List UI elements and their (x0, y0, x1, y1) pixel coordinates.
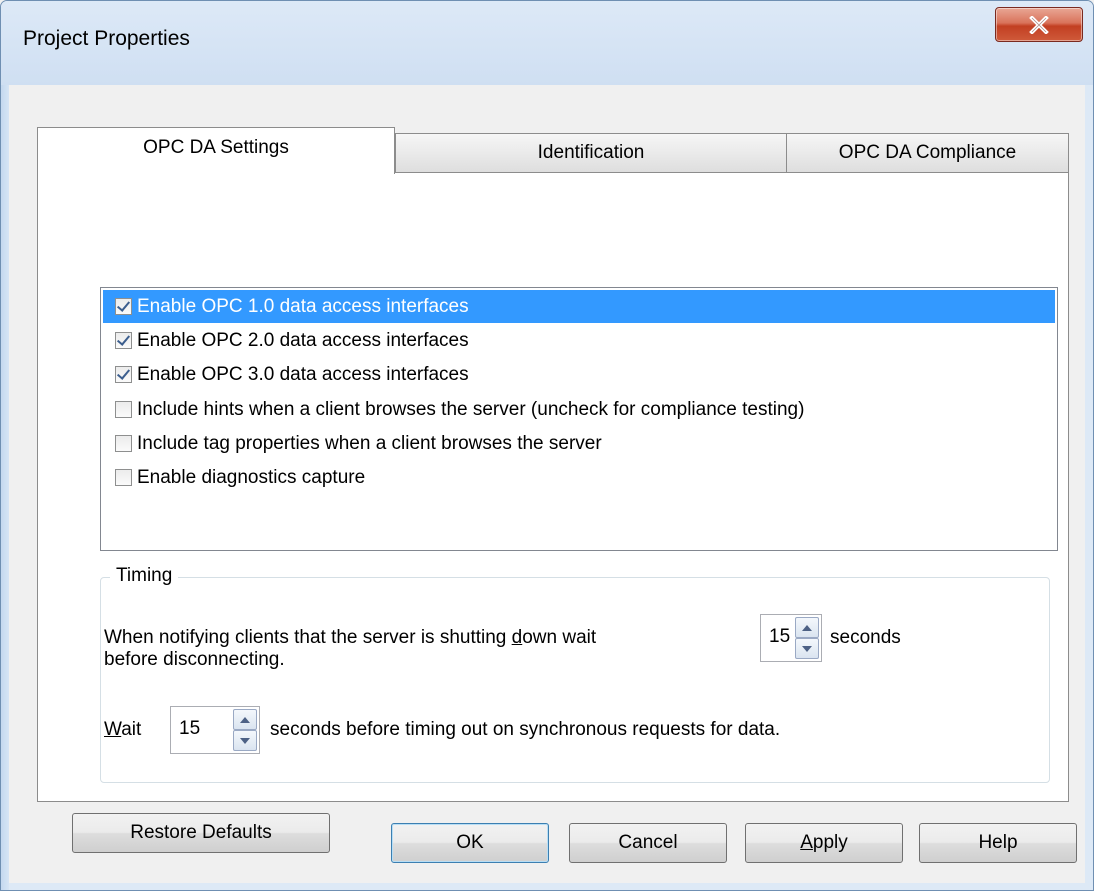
dialog-client-area: Enable OPC 1.0 data access interfaces En… (9, 85, 1085, 883)
sync-spin-down-button[interactable] (233, 730, 257, 751)
close-button[interactable] (995, 7, 1083, 42)
shutdown-wait-spinner[interactable]: 15 (760, 614, 822, 662)
tab-identification[interactable]: Identification (395, 133, 787, 173)
restore-defaults-button[interactable]: Restore Defaults (72, 813, 330, 853)
options-list[interactable]: Enable OPC 1.0 data access interfaces En… (100, 287, 1058, 551)
list-item-opc1[interactable]: Enable OPC 1.0 data access interfaces (103, 290, 1055, 323)
tab-panel: Enable OPC 1.0 data access interfaces En… (37, 172, 1069, 853)
shutdown-spin-down-button[interactable] (795, 638, 819, 659)
apply-access-key: A (800, 832, 813, 853)
window-title: Project Properties (23, 27, 190, 50)
diagnostics-label: Enable diagnostics capture (137, 466, 366, 488)
dialog-window: Project Properties Enable OPC 1.0 data a… (0, 0, 1094, 891)
arrow-down-icon (802, 645, 812, 652)
tab-opc-da-settings[interactable]: OPC DA Settings (37, 127, 395, 174)
diagnostics-checkbox[interactable] (115, 469, 132, 486)
opc3-label: Enable OPC 3.0 data access interfaces (137, 363, 469, 385)
hints-checkbox[interactable] (115, 401, 132, 418)
list-item-opc2[interactable]: Enable OPC 2.0 data access interfaces (103, 324, 1055, 357)
apply-label: pply (812, 832, 848, 853)
list-item-opc3[interactable]: Enable OPC 3.0 data access interfaces (103, 358, 1055, 391)
opc2-label: Enable OPC 2.0 data access interfaces (137, 329, 469, 351)
sync-wait-prefix: Wait (104, 719, 142, 740)
title-bar[interactable]: Project Properties (1, 1, 1093, 85)
timing-group-label: Timing (110, 565, 179, 587)
shutdown-spin-up-button[interactable] (795, 617, 819, 638)
list-item-diagnostics[interactable]: Enable diagnostics capture (103, 461, 1055, 494)
help-button[interactable]: Help (919, 823, 1077, 863)
sync-spin-up-button[interactable] (233, 709, 257, 730)
opc3-checkbox[interactable] (115, 366, 132, 383)
arrow-up-icon (802, 624, 812, 631)
ok-button[interactable]: OK (391, 823, 549, 863)
sync-wait-spinner[interactable]: 15 (170, 706, 260, 754)
tag-properties-checkbox[interactable] (115, 435, 132, 452)
tab-opc-da-compliance[interactable]: OPC DA Compliance (786, 133, 1069, 173)
shutdown-wait-unit: seconds (830, 627, 901, 648)
shutdown-wait-value[interactable]: 15 (769, 626, 790, 648)
cancel-button[interactable]: Cancel (569, 823, 727, 863)
sync-wait-suffix: seconds before timing out on synchronous… (270, 719, 781, 740)
list-item-tag-properties[interactable]: Include tag properties when a client bro… (103, 427, 1055, 460)
opc2-checkbox[interactable] (115, 332, 132, 349)
shutdown-wait-label: When notifying clients that the server i… (104, 627, 597, 670)
close-x-icon (1029, 15, 1049, 34)
arrow-up-icon (240, 716, 250, 723)
hints-label: Include hints when a client browses the … (137, 398, 805, 420)
sync-wait-value[interactable]: 15 (179, 718, 200, 740)
opc1-label: Enable OPC 1.0 data access interfaces (137, 295, 469, 317)
list-item-hints[interactable]: Include hints when a client browses the … (103, 393, 1055, 426)
opc1-checkbox[interactable] (115, 298, 132, 315)
apply-button[interactable]: Apply (745, 823, 903, 863)
arrow-down-icon (240, 737, 250, 744)
tag-properties-label: Include tag properties when a client bro… (137, 432, 602, 454)
